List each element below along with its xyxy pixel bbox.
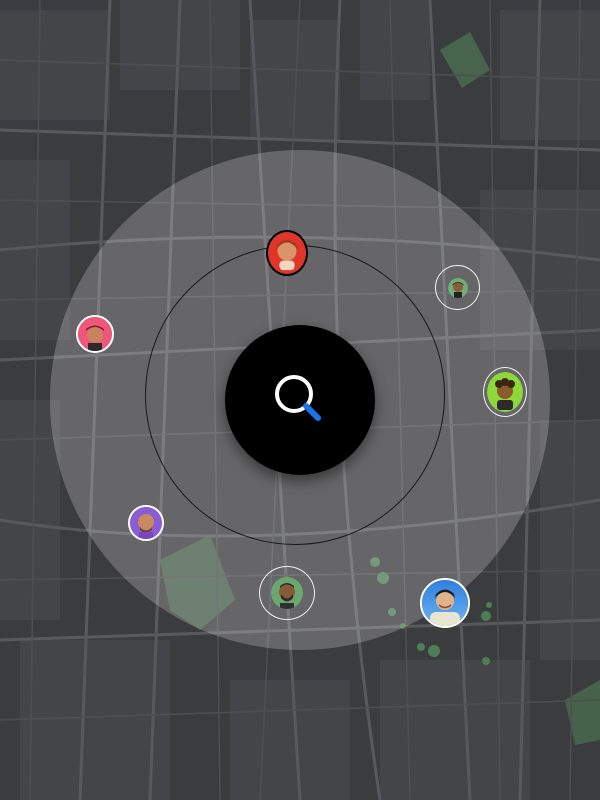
- avatar-purple-bald[interactable]: [128, 505, 164, 541]
- avatar-face-icon: [487, 372, 523, 412]
- avatar-face-icon: [422, 580, 468, 626]
- avatar-tiny-dark-hair[interactable]: [447, 277, 468, 298]
- avatar-ring-beard[interactable]: [259, 566, 315, 620]
- avatar-red-beanie-girl[interactable]: [266, 230, 308, 276]
- avatar-green-beard[interactable]: [271, 577, 303, 609]
- avatar-pink-cap[interactable]: [76, 315, 114, 353]
- avatar-ring-tiny[interactable]: [435, 265, 480, 310]
- avatar-ring-green[interactable]: [483, 367, 527, 417]
- avatar-green-curly[interactable]: [487, 372, 523, 412]
- avatar-photo-man[interactable]: [420, 578, 470, 628]
- avatar-face-icon: [78, 317, 112, 351]
- radar-screen: [0, 0, 600, 800]
- avatar-face-icon: [271, 577, 303, 609]
- avatar-face-icon: [447, 277, 468, 298]
- search-button[interactable]: [225, 325, 375, 475]
- avatar-face-icon: [268, 232, 306, 274]
- avatar-face-icon: [130, 507, 162, 539]
- search-icon: [275, 375, 321, 421]
